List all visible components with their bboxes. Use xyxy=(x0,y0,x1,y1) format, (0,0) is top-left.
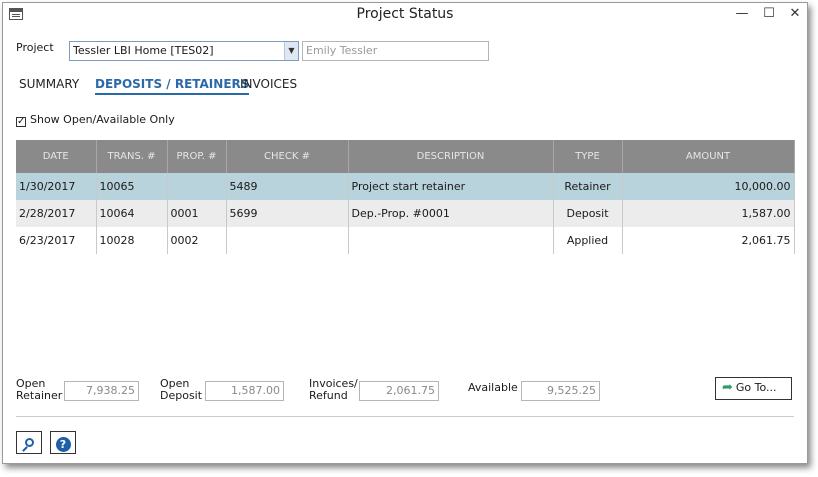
cell-trans: 10028 xyxy=(96,227,168,254)
cell-description: Dep.-Prop. #0001 xyxy=(348,200,554,227)
cell-type: Retainer xyxy=(553,173,623,200)
tab-invoices[interactable]: INVOICES xyxy=(240,77,297,91)
help-button[interactable]: ? xyxy=(50,431,76,454)
column-header-date[interactable]: DATE xyxy=(16,140,97,173)
cell-type: Applied xyxy=(553,227,623,254)
open-retainer-label: Open Retainer xyxy=(16,377,63,402)
column-header-amount[interactable]: AMOUNT xyxy=(622,140,795,173)
show-open-filter[interactable]: ✓ Show Open/Available Only xyxy=(16,113,175,127)
cell-check: 5699 xyxy=(226,200,349,227)
cell-prop xyxy=(167,173,227,200)
cell-description xyxy=(348,227,554,254)
column-header-check[interactable]: CHECK # xyxy=(226,140,349,173)
cell-type: Deposit xyxy=(553,200,623,227)
open-deposit-field[interactable]: 1,587.00 xyxy=(205,381,284,401)
cell-description: Project start retainer xyxy=(348,173,554,200)
help-icon: ? xyxy=(55,437,71,452)
cell-trans: 10065 xyxy=(96,173,168,200)
cell-date: 2/28/2017 xyxy=(16,200,97,227)
table-row[interactable]: 2/28/2017 10064 0001 5699 Dep.-Prop. #00… xyxy=(16,200,795,227)
close-button[interactable]: ✕ xyxy=(784,5,806,23)
client-name-field[interactable]: Emily Tessler xyxy=(302,41,489,61)
available-label: Available xyxy=(468,381,518,394)
open-retainer-field[interactable]: 7,938.25 xyxy=(64,381,139,401)
go-to-button[interactable]: ➦ Go To... xyxy=(715,377,792,400)
cell-date: 1/30/2017 xyxy=(16,173,97,200)
window-title: Project Status xyxy=(356,6,454,22)
table-row[interactable]: 6/23/2017 10028 0002 Applied 2,061.75 xyxy=(16,227,795,254)
search-button[interactable] xyxy=(16,431,42,454)
chevron-down-icon[interactable]: ▼ xyxy=(284,42,298,60)
cell-check: 5489 xyxy=(226,173,349,200)
maximize-button[interactable]: ☐ xyxy=(758,5,780,23)
share-arrow-icon: ➦ xyxy=(722,380,733,395)
table-row[interactable]: 1/30/2017 10065 5489 Project start retai… xyxy=(16,173,795,200)
minimize-button[interactable]: — xyxy=(731,5,753,23)
cell-prop: 0002 xyxy=(167,227,227,254)
column-header-prop[interactable]: PROP. # xyxy=(167,140,227,173)
title-bar: Project Status — ☐ ✕ xyxy=(3,3,807,27)
search-icon xyxy=(24,438,34,447)
tab-summary[interactable]: SUMMARY xyxy=(19,77,79,91)
cell-amount: 2,061.75 xyxy=(622,227,795,254)
invoices-refund-label: Invoices/ Refund xyxy=(309,377,358,402)
cell-trans: 10064 xyxy=(96,200,168,227)
cell-amount: 1,587.00 xyxy=(622,200,795,227)
tab-deposits-retainers[interactable]: DEPOSITS / RETAINERS xyxy=(95,77,250,95)
project-status-window: Project Status — ☐ ✕ Project Tessler LBI… xyxy=(2,2,808,464)
cell-prop: 0001 xyxy=(167,200,227,227)
deposits-table: DATE TRANS. # PROP. # CHECK # DESCRIPTIO… xyxy=(16,140,795,255)
invoices-refund-field[interactable]: 2,061.75 xyxy=(359,381,439,401)
show-open-checkbox[interactable]: ✓ xyxy=(16,117,26,127)
column-header-type[interactable]: TYPE xyxy=(553,140,623,173)
cell-date: 6/23/2017 xyxy=(16,227,97,254)
footer-divider xyxy=(16,416,794,417)
project-select-value: Tessler LBI Home [TES02] xyxy=(73,44,214,57)
project-select[interactable]: Tessler LBI Home [TES02] ▼ xyxy=(69,41,299,61)
available-field[interactable]: 9,525.25 xyxy=(521,381,600,401)
project-label: Project xyxy=(16,41,54,54)
show-open-label: Show Open/Available Only xyxy=(30,113,175,126)
open-deposit-label: Open Deposit xyxy=(160,377,203,402)
cell-check xyxy=(226,227,349,254)
column-header-trans[interactable]: TRANS. # xyxy=(96,140,168,173)
cell-amount: 10,000.00 xyxy=(622,173,795,200)
column-header-description[interactable]: DESCRIPTION xyxy=(348,140,554,173)
go-to-label: Go To... xyxy=(735,381,777,394)
table-header-row: DATE TRANS. # PROP. # CHECK # DESCRIPTIO… xyxy=(16,140,795,173)
